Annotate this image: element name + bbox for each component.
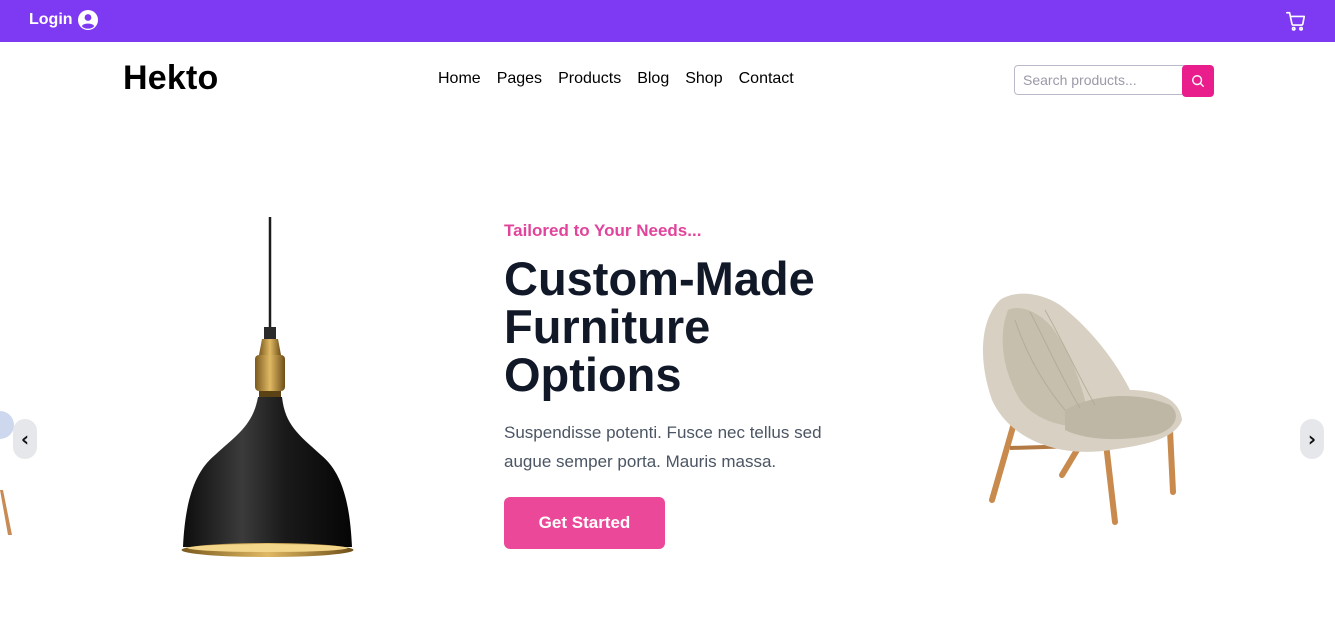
previous-slide-image bbox=[0, 411, 14, 535]
hero-description: Suspendisse potenti. Fusce nec tellus se… bbox=[504, 423, 822, 471]
carousel-next-button[interactable]: › bbox=[1300, 419, 1324, 459]
nav-pages[interactable]: Pages bbox=[497, 70, 542, 88]
hero-title: Custom-Made Furniture Options bbox=[504, 252, 815, 401]
nav-contact[interactable]: Contact bbox=[739, 70, 794, 88]
lounge-chair-image bbox=[982, 293, 1182, 525]
search-icon bbox=[1192, 75, 1204, 87]
user-circle-icon bbox=[77, 10, 98, 30]
nav-blog[interactable]: Blog bbox=[637, 70, 669, 88]
search-button[interactable] bbox=[1182, 65, 1214, 97]
nav-shop[interactable]: Shop bbox=[685, 70, 722, 88]
carousel-prev-button[interactable]: ‹ bbox=[13, 419, 37, 459]
site-logo[interactable]: Hekto bbox=[123, 59, 218, 98]
search-input[interactable] bbox=[1014, 65, 1194, 95]
nav-products[interactable]: Products bbox=[558, 70, 621, 88]
get-started-button[interactable]: Get Started bbox=[504, 497, 665, 549]
cart-icon[interactable] bbox=[1285, 10, 1307, 32]
login-link[interactable]: Login bbox=[29, 10, 98, 30]
nav-home[interactable]: Home bbox=[438, 70, 481, 88]
main-nav: Home Pages Products Blog Shop Contact bbox=[438, 70, 794, 88]
top-bar: Login bbox=[0, 0, 1335, 42]
login-label: Login bbox=[29, 11, 73, 28]
hero-eyebrow: Tailored to Your Needs... bbox=[504, 221, 702, 240]
pendant-lamp-image bbox=[181, 217, 354, 557]
